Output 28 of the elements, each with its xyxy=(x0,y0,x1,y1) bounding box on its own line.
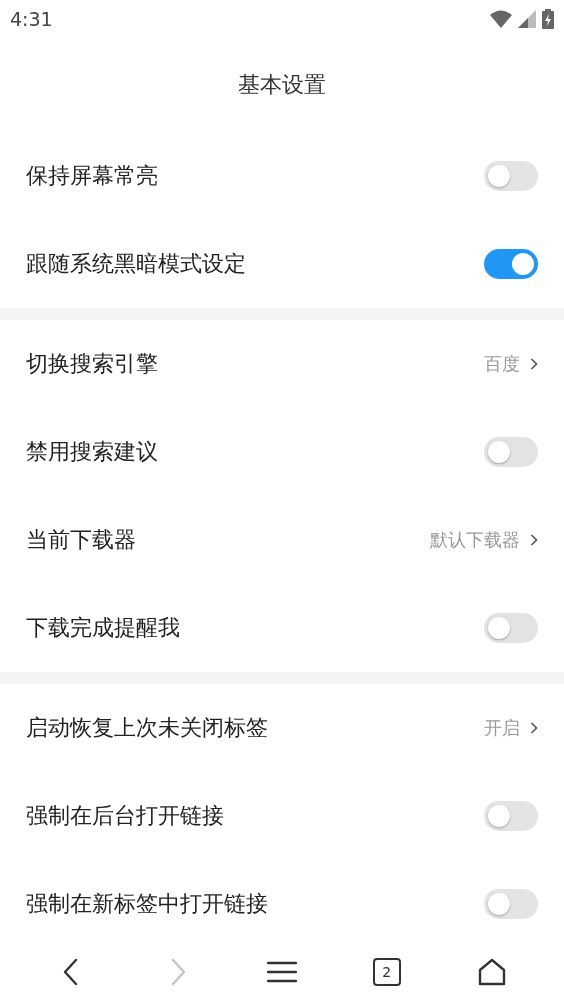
chevron-right-icon xyxy=(530,357,538,371)
home-icon[interactable] xyxy=(476,957,507,987)
wifi-icon xyxy=(490,10,512,28)
setting-label: 下载完成提醒我 xyxy=(26,614,181,642)
chevron-right-icon xyxy=(530,533,538,547)
setting-label: 保持屏幕常亮 xyxy=(26,162,159,190)
setting-label: 启动恢复上次未关闭标签 xyxy=(26,714,269,742)
setting-label: 切换搜索引擎 xyxy=(26,350,159,378)
setting-label: 强制在新标签中打开链接 xyxy=(26,890,269,918)
toggle-switch[interactable] xyxy=(484,613,538,643)
toggle-switch[interactable] xyxy=(484,249,538,279)
setting-label: 强制在后台打开链接 xyxy=(26,802,225,830)
toggle-switch[interactable] xyxy=(484,889,538,919)
setting-label: 当前下载器 xyxy=(26,526,137,554)
chevron-right-icon xyxy=(530,721,538,735)
setting-value: 百度 xyxy=(484,352,520,376)
setting-value: 默认下载器 xyxy=(430,528,520,552)
toggle-switch[interactable] xyxy=(484,801,538,831)
status-time: 4:31 xyxy=(10,8,53,30)
toggle-switch[interactable] xyxy=(484,437,538,467)
setting-label: 禁用搜索建议 xyxy=(26,438,159,466)
tab-count-button[interactable]: 2 xyxy=(372,958,401,986)
signal-icon xyxy=(518,10,536,28)
battery-icon xyxy=(542,9,554,29)
setting-label: 跟随系统黑暗模式设定 xyxy=(26,250,247,278)
page-title: 基本设置 xyxy=(238,71,326,99)
setting-value: 开启 xyxy=(484,716,520,740)
toggle-switch[interactable] xyxy=(484,161,538,191)
